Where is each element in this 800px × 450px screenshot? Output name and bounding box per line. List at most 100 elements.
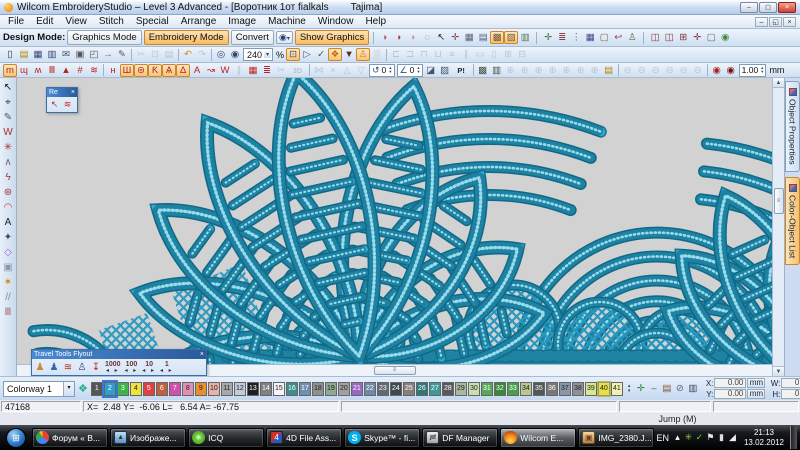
rotate-spinner[interactable]: ↺0▴▾ — [369, 64, 395, 77]
undo-icon[interactable]: ↶ — [181, 48, 195, 61]
layers-tool[interactable]: ▣ — [1, 260, 16, 275]
colorway-select[interactable]: Colorway 1▾ — [3, 381, 75, 397]
taskbar-button-image-file[interactable]: ▣IMG_2380.J... — [578, 428, 654, 448]
figure-icon[interactable]: ♙ — [625, 31, 639, 44]
hoop-1-icon[interactable]: ◫ — [648, 31, 662, 44]
grid-ref-icon[interactable]: ▦ — [583, 31, 597, 44]
add-color-icon[interactable]: ✛ — [634, 382, 647, 395]
lettering-icon[interactable]: A — [190, 64, 204, 77]
email-icon[interactable]: ✉ — [59, 48, 73, 61]
colorway-swatch-6[interactable]: 6 — [156, 382, 168, 396]
colorway-swatch-32[interactable]: 32 — [494, 382, 506, 396]
export-icon[interactable]: → — [101, 48, 115, 61]
columns-icon[interactable]: ⋮ — [569, 31, 583, 44]
pin-icon[interactable]: ✛ — [448, 31, 462, 44]
stitch-large-icon[interactable]: ◉ — [724, 64, 738, 77]
cross-stitch-icon[interactable]: # — [73, 64, 87, 77]
colorway-swatch-2[interactable]: 2 — [104, 382, 116, 396]
colorway-swatch-36[interactable]: 36 — [546, 382, 558, 396]
reshape-flyout-close-icon[interactable]: × — [68, 89, 75, 97]
input-a-icon[interactable]: ʜ — [106, 64, 120, 77]
colorway-swatch-21[interactable]: 21 — [351, 382, 363, 396]
hide-color-icon[interactable]: – — [647, 382, 660, 395]
tray-expand-icon[interactable]: ▴ — [672, 432, 683, 443]
travel-needle-icon[interactable]: ↧ — [89, 360, 103, 374]
lettering-a-tool[interactable]: A — [1, 215, 16, 230]
menu-special[interactable]: Special — [130, 16, 175, 27]
shield-icon[interactable]: ✓ — [694, 432, 705, 443]
colorway-swatch-30[interactable]: 30 — [468, 382, 480, 396]
select-figure-icon[interactable]: ♙ — [356, 48, 370, 61]
pointer-icon[interactable]: ↖ — [434, 31, 448, 44]
minimize-button[interactable]: – — [740, 2, 758, 13]
taskbar-button-skype[interactable]: SSkype™ - fi... — [344, 428, 420, 448]
colorway-swatch-34[interactable]: 34 — [520, 382, 532, 396]
save-design-icon[interactable]: ▦ — [31, 48, 45, 61]
polygon-select-tool[interactable]: ⌖ — [1, 95, 16, 110]
rosette-tool[interactable]: ✳ — [1, 140, 16, 155]
stitch-edit-icon[interactable]: ≋ — [61, 98, 74, 111]
start-button[interactable]: ⊞ — [2, 426, 30, 449]
multi-lines-icon[interactable]: ≣ — [260, 64, 274, 77]
w-field[interactable]: 0.00 — [781, 378, 800, 388]
bars-tool[interactable]: Ⅲ — [1, 305, 16, 320]
colorway-swatch-39[interactable]: 39 — [585, 382, 597, 396]
bitmap-3-icon[interactable]: ▥ — [518, 31, 532, 44]
menu-view[interactable]: View — [59, 16, 93, 27]
e-stitch-icon[interactable]: ɰ — [17, 64, 31, 77]
show-graphics-button[interactable]: Show Graphics — [295, 30, 369, 45]
open-design-icon[interactable]: ▤ — [17, 48, 31, 61]
colorway-swatch-11[interactable]: 11 — [221, 382, 233, 396]
vscroll-up-icon[interactable]: ▲ — [773, 78, 784, 88]
colorway-swatch-10[interactable]: 10 — [208, 382, 220, 396]
colorway-swatch-23[interactable]: 23 — [377, 382, 389, 396]
fusion-fill-icon[interactable]: Ѧ — [162, 64, 176, 77]
colorway-swatch-22[interactable]: 22 — [364, 382, 376, 396]
overview-window-icon[interactable]: ⊡ — [286, 48, 300, 61]
diamond-tool[interactable]: ◇ — [1, 245, 16, 260]
colorway-swatch-20[interactable]: 20 — [338, 382, 350, 396]
colorway-swatch-28[interactable]: 28 — [442, 382, 454, 396]
colorway-swatch-29[interactable]: 29 — [455, 382, 467, 396]
colorway-swatch-9[interactable]: 9 — [195, 382, 207, 396]
vertical-scrollbar[interactable]: ▲ ≡ ▼ — [772, 78, 784, 376]
sequence-icon[interactable]: ▨ — [438, 64, 452, 77]
tab-object-properties[interactable]: Object Properties — [785, 81, 800, 172]
tatami-stitch-icon[interactable]: Ⅲ — [45, 64, 59, 77]
branch-b-icon[interactable]: ▥ — [490, 64, 504, 77]
star-fill-icon[interactable]: Δ — [176, 64, 190, 77]
travel-stitch-icon[interactable]: ≋ — [61, 360, 75, 374]
graphics-mode-button[interactable]: Graphics Mode — [67, 30, 141, 45]
design-canvas[interactable]: ≡ Re× ↖≋ Travel Tools Flyout× ♟♟≋♙↧1000◂… — [17, 78, 772, 376]
show-functions-icon[interactable]: ✓ — [314, 48, 328, 61]
print-preview-icon[interactable]: ◰ — [87, 48, 101, 61]
penetrations-icon[interactable]: P! — [452, 64, 471, 77]
convert-button[interactable]: Convert — [231, 30, 274, 45]
color-bars-icon[interactable]: ▥ — [686, 382, 699, 395]
pen-tool[interactable]: ✎ — [1, 110, 16, 125]
colorway-swatch-35[interactable]: 35 — [533, 382, 545, 396]
no-fill-icon[interactable]: ⊘ — [673, 382, 686, 395]
run-stitch-icon[interactable]: ↝ — [204, 64, 218, 77]
auto-scroll-icon[interactable]: ❖ — [328, 48, 342, 61]
machine-format-dropdown[interactable]: ◉▾ — [276, 31, 293, 44]
vscroll-down-icon[interactable]: ▼ — [773, 366, 784, 376]
stamp-icon[interactable]: ◪ — [424, 64, 438, 77]
taskbar-clock[interactable]: 21:1313.02.2012 — [741, 428, 787, 448]
colorway-swatch-14[interactable]: 14 — [260, 382, 272, 396]
tab-color-object-list[interactable]: Color-Object List — [785, 177, 800, 265]
travel-figure-icon[interactable]: ♙ — [75, 360, 89, 374]
back-arrow-icon[interactable]: ↩ — [611, 31, 625, 44]
palette-scroll-spinner[interactable]: ▴▾ — [626, 384, 633, 394]
colorway-swatch-13[interactable]: 13 — [247, 382, 259, 396]
input-c-icon[interactable]: ⊜ — [134, 64, 148, 77]
colorway-swatch-27[interactable]: 27 — [429, 382, 441, 396]
colorway-swatch-25[interactable]: 25 — [403, 382, 415, 396]
menu-help[interactable]: Help — [359, 16, 392, 27]
embroidery-mode-button[interactable]: Embroidery Mode — [144, 30, 229, 45]
hoop-4-icon[interactable]: ✛ — [690, 31, 704, 44]
maximize-button[interactable]: ◻ — [759, 2, 777, 13]
colorway-swatch-8[interactable]: 8 — [182, 382, 194, 396]
hoop-3-icon[interactable]: ⊞ — [676, 31, 690, 44]
outline-stitch-icon[interactable]: ◌ — [420, 31, 434, 44]
